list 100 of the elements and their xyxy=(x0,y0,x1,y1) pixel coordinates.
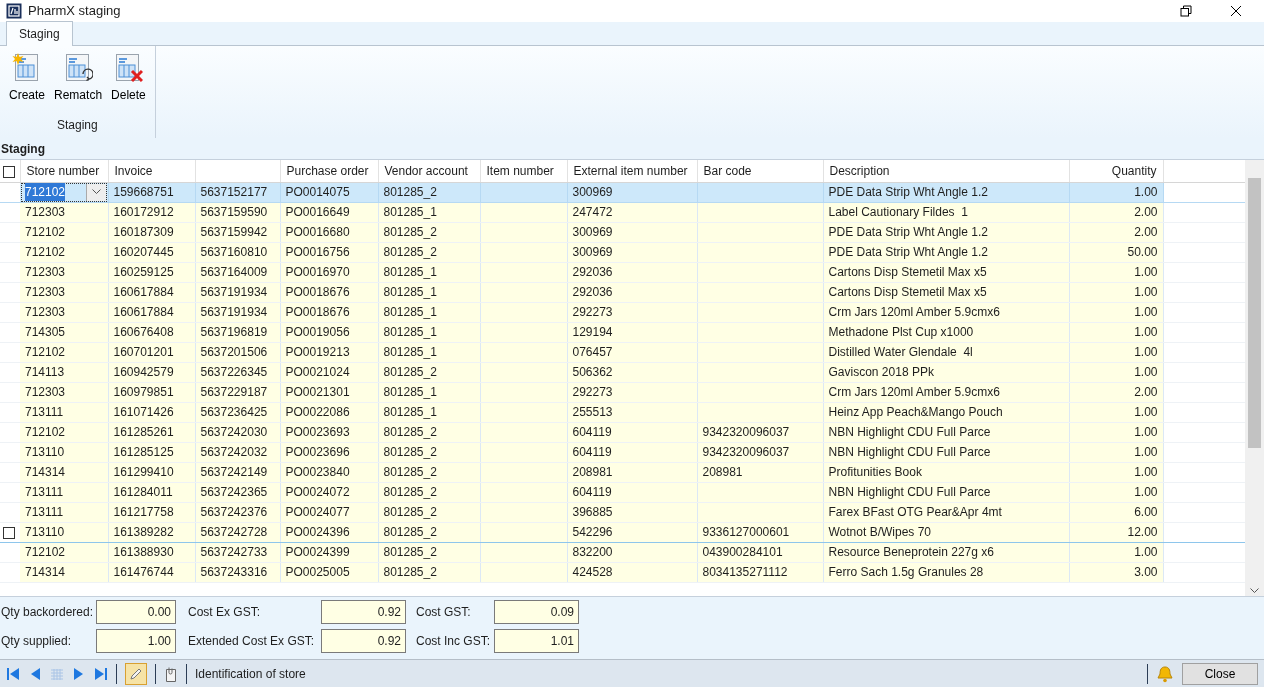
value-field[interactable]: 0.92 xyxy=(321,628,406,653)
table-cell: NBN Highlight CDU Full Parce xyxy=(828,445,991,459)
table-cell: Cartons Disp Stemetil Max x5 xyxy=(828,285,987,299)
ribbon-button[interactable]: Create xyxy=(6,50,49,106)
value-field[interactable]: 1.00 xyxy=(96,628,176,653)
table-cell: 604119 xyxy=(572,425,612,439)
table-cell: Gaviscon 2018 PPk xyxy=(828,365,934,379)
table-cell: 801285_1 xyxy=(383,285,437,299)
table-cell: 8034135271112 xyxy=(702,565,788,579)
table-cell: 292036 xyxy=(572,285,613,299)
table-cell: 5637196819 xyxy=(200,325,268,339)
table-cell: 801285_2 xyxy=(383,465,437,479)
table-cell: 714113 xyxy=(25,365,65,379)
attachment-icon[interactable] xyxy=(164,665,178,682)
table-cell: 1.00 xyxy=(1134,445,1158,459)
table-cell: 801285_1 xyxy=(383,385,437,399)
table-cell: 801285_1 xyxy=(383,265,437,279)
table-cell: 712102 xyxy=(25,225,66,239)
field-label: Cost GST: xyxy=(416,603,471,621)
table-cell: PO0016649 xyxy=(285,205,350,219)
store-dropdown[interactable]: 712102 xyxy=(21,182,107,202)
bell-icon[interactable] xyxy=(1156,664,1174,683)
scroll-down-icon[interactable] xyxy=(1250,588,1259,594)
table-cell: 160187309 xyxy=(113,225,174,239)
table-cell: 5637191934 xyxy=(200,305,268,319)
table-cell: 801285_2 xyxy=(383,505,437,519)
table-cell: PO0022086 xyxy=(285,405,350,419)
column-header[interactable]: Description xyxy=(829,163,890,178)
table-cell: 161389282 xyxy=(113,525,174,539)
column-header[interactable]: Bar code xyxy=(703,163,752,178)
app-logo-icon xyxy=(6,3,22,19)
ribbon-button[interactable]: Rematch xyxy=(51,50,106,106)
table-cell: PO0021024 xyxy=(285,365,350,379)
table-cell: 714314 xyxy=(25,565,66,579)
row-checkbox[interactable] xyxy=(3,526,15,539)
table-cell: PO0023693 xyxy=(285,425,350,439)
select-all-checkbox[interactable] xyxy=(3,165,15,178)
column-header[interactable]: External item number xyxy=(573,163,688,178)
value-field[interactable]: 0.92 xyxy=(321,599,406,624)
column-header[interactable]: Quantity xyxy=(1111,163,1157,178)
column-header[interactable]: Store number xyxy=(26,163,100,178)
table-cell: 712102 xyxy=(25,245,66,259)
column-header[interactable]: Item number xyxy=(486,163,554,178)
table-cell: PO0024072 xyxy=(285,485,350,499)
table-cell: 159668751 xyxy=(113,185,174,199)
table-cell: PDE Data Strip Wht Angle 1.2 xyxy=(828,245,988,259)
table-cell: 5637201506 xyxy=(200,345,268,359)
table-cell: PO0014075 xyxy=(285,185,350,199)
first-record-icon[interactable] xyxy=(6,666,20,681)
ribbon-button[interactable]: Delete xyxy=(108,50,149,106)
table-cell: 161284011 xyxy=(113,485,173,499)
close-form-button[interactable]: Close xyxy=(1182,662,1258,685)
table-cell: 1.00 xyxy=(1134,325,1158,339)
table-cell: PO0023696 xyxy=(285,445,350,459)
column-header[interactable]: Invoice xyxy=(114,163,153,178)
table-cell: 712303 xyxy=(25,205,66,219)
table-cell: Wotnot B/Wipes 70 xyxy=(828,525,931,539)
table-cell: PO0016756 xyxy=(285,245,350,259)
table-cell: 292273 xyxy=(572,385,613,399)
last-record-icon[interactable] xyxy=(94,666,108,681)
scrollbar[interactable] xyxy=(1245,160,1264,596)
table-cell: Cartons Disp Stemetil Max x5 xyxy=(828,265,987,279)
table-cell: 160617884 xyxy=(113,305,174,319)
table-cell: 161388930 xyxy=(113,545,174,559)
value-field[interactable]: 0.09 xyxy=(494,599,579,624)
table-cell: NBN Highlight CDU Full Parce xyxy=(828,425,991,439)
table-cell: 712303 xyxy=(25,285,66,299)
table-cell: 713111 xyxy=(25,405,64,419)
table-cell: PO0021301 xyxy=(285,385,350,399)
column-header[interactable]: Vendor account xyxy=(384,163,468,178)
table-cell: 713111 xyxy=(25,485,64,499)
table-cell: 9342320096037 xyxy=(702,445,790,459)
table-cell: 1.00 xyxy=(1134,465,1158,479)
table-cell: 801285_2 xyxy=(383,365,437,379)
value-field[interactable]: 1.01 xyxy=(494,628,579,653)
table-cell: 3.00 xyxy=(1134,565,1158,579)
table-cell: 161071426 xyxy=(113,405,174,419)
column-header[interactable]: Purchase order xyxy=(286,163,369,178)
table-cell: 5637164009 xyxy=(200,265,268,279)
table-cell: 5637160810 xyxy=(200,245,268,259)
table-cell: 300969 xyxy=(572,225,613,239)
table-cell: 12.00 xyxy=(1127,525,1158,539)
close-icon xyxy=(1230,5,1242,17)
value-field[interactable]: 0.00 xyxy=(96,599,176,624)
table-cell: 714305 xyxy=(25,325,66,339)
window-title: PharmX staging xyxy=(28,2,121,21)
table-cell: 713110 xyxy=(25,525,65,539)
table-cell: 1.00 xyxy=(1134,265,1158,279)
ribbon-tab[interactable]: Staging xyxy=(6,21,73,46)
chevron-down-icon xyxy=(91,189,101,195)
table-cell: 160676408 xyxy=(113,325,174,339)
table-cell: 161217758 xyxy=(113,505,174,519)
table-cell: 832200 xyxy=(572,545,613,559)
table-cell: 5637242030 xyxy=(200,425,268,439)
table-cell: 801285_2 xyxy=(383,225,437,239)
edit-mode-button[interactable] xyxy=(125,662,147,685)
table-cell: 5637229187 xyxy=(200,385,268,399)
table-cell: 9342320096037 xyxy=(702,425,790,439)
table-cell: 5637242728 xyxy=(200,525,268,539)
table-cell: 2.00 xyxy=(1134,205,1158,219)
